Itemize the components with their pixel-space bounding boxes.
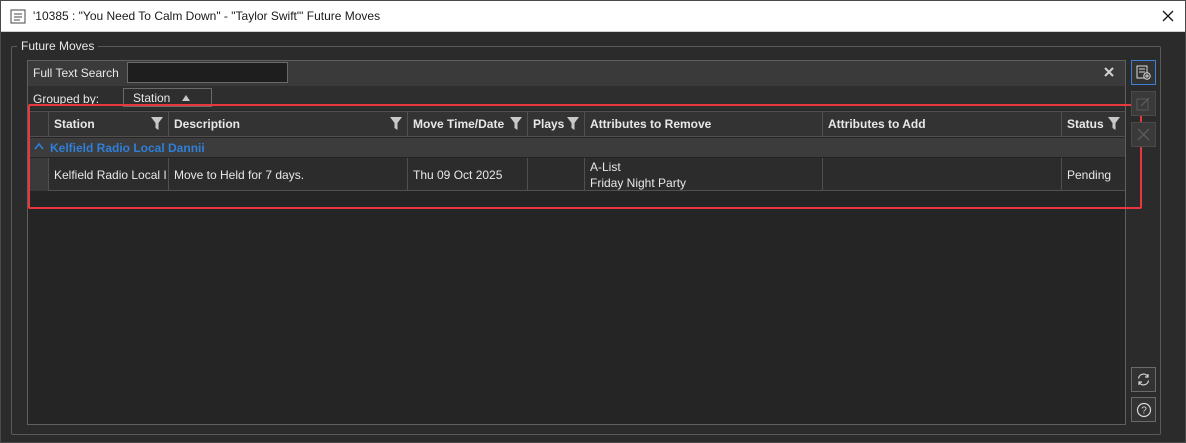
group-title: Kelfield Radio Local Dannii: [50, 141, 205, 155]
column-header-label: Attributes to Remove: [590, 117, 712, 131]
column-header-label: Description: [174, 117, 241, 131]
help-button[interactable]: ?: [1131, 397, 1156, 422]
filter-icon[interactable]: [510, 117, 522, 130]
cell-attributes-remove[interactable]: A-List Friday Night Party: [585, 158, 823, 191]
edit-icon: [1136, 97, 1150, 111]
attribute-item: Friday Night Party: [590, 175, 687, 190]
delete-icon: [1137, 128, 1150, 141]
add-record-icon: [1136, 65, 1151, 80]
cell-move-time[interactable]: Thu 09 Oct 2025: [408, 158, 528, 191]
column-header-station[interactable]: Station: [49, 111, 169, 137]
sort-ascending-icon: [182, 94, 191, 101]
filter-icon[interactable]: [390, 117, 402, 130]
row-indent-cell: [28, 158, 49, 191]
column-header-description[interactable]: Description: [169, 111, 408, 137]
close-icon: [1162, 10, 1174, 22]
cell-text: Kelfield Radio Local I: [54, 167, 167, 182]
close-window-button[interactable]: [1155, 4, 1181, 28]
delete-move-button[interactable]: [1131, 122, 1156, 147]
document-list-icon: [10, 9, 26, 24]
title-bar: '10385 : "You Need To Calm Down" - "Tayl…: [1, 1, 1185, 32]
filter-icon[interactable]: [151, 117, 163, 130]
groupbox-label: Future Moves: [17, 39, 99, 53]
cell-description[interactable]: Move to Held for 7 days.: [169, 158, 408, 191]
column-header-label: Move Time/Date: [413, 117, 505, 131]
cell-text: Pending: [1067, 167, 1112, 182]
cell-status[interactable]: Pending: [1062, 158, 1125, 191]
search-label: Full Text Search: [33, 66, 119, 80]
filter-icon[interactable]: [567, 117, 579, 130]
cell-station[interactable]: Kelfield Radio Local I: [49, 158, 169, 191]
column-header-status[interactable]: Status: [1062, 111, 1125, 137]
grouped-by-label: Grouped by:: [33, 92, 100, 106]
add-move-button[interactable]: [1131, 60, 1156, 85]
column-header-attributes-add[interactable]: Attributes to Add: [823, 111, 1062, 137]
column-header-move-time[interactable]: Move Time/Date: [408, 111, 528, 137]
column-header-attributes-remove[interactable]: Attributes to Remove: [585, 111, 823, 137]
group-row[interactable]: Kelfield Radio Local Dannii: [28, 138, 1125, 157]
column-header-label: Status: [1067, 117, 1104, 131]
cell-text: Thu 09 Oct 2025: [413, 167, 503, 182]
column-header-label: Station: [54, 117, 95, 131]
refresh-icon: [1137, 373, 1150, 386]
svg-text:?: ?: [1141, 405, 1147, 416]
group-chip-label: Station: [133, 90, 171, 105]
cell-attributes-add[interactable]: [823, 158, 1062, 191]
column-header-plays[interactable]: Plays: [528, 111, 585, 137]
cell-text: Move to Held for 7 days.: [174, 167, 305, 182]
cell-plays[interactable]: [528, 158, 585, 191]
column-header-label: Attributes to Add: [828, 117, 926, 131]
column-header-label: Plays: [533, 117, 565, 131]
collapse-chevron-up-icon[interactable]: [34, 142, 44, 150]
refresh-button[interactable]: [1131, 367, 1156, 392]
window-title: '10385 : "You Need To Calm Down" - "Tayl…: [33, 9, 381, 23]
attribute-item: A-List: [590, 159, 621, 174]
header-indent-cell: [28, 111, 49, 137]
edit-move-button[interactable]: [1131, 91, 1156, 116]
future-moves-window: '10385 : "You Need To Calm Down" - "Tayl…: [0, 0, 1186, 443]
filter-icon[interactable]: [1108, 117, 1120, 130]
group-by-station-chip[interactable]: Station: [123, 88, 212, 107]
clear-search-icon[interactable]: [1102, 65, 1116, 79]
full-text-search-input[interactable]: [127, 62, 288, 83]
help-icon: ?: [1136, 402, 1151, 417]
